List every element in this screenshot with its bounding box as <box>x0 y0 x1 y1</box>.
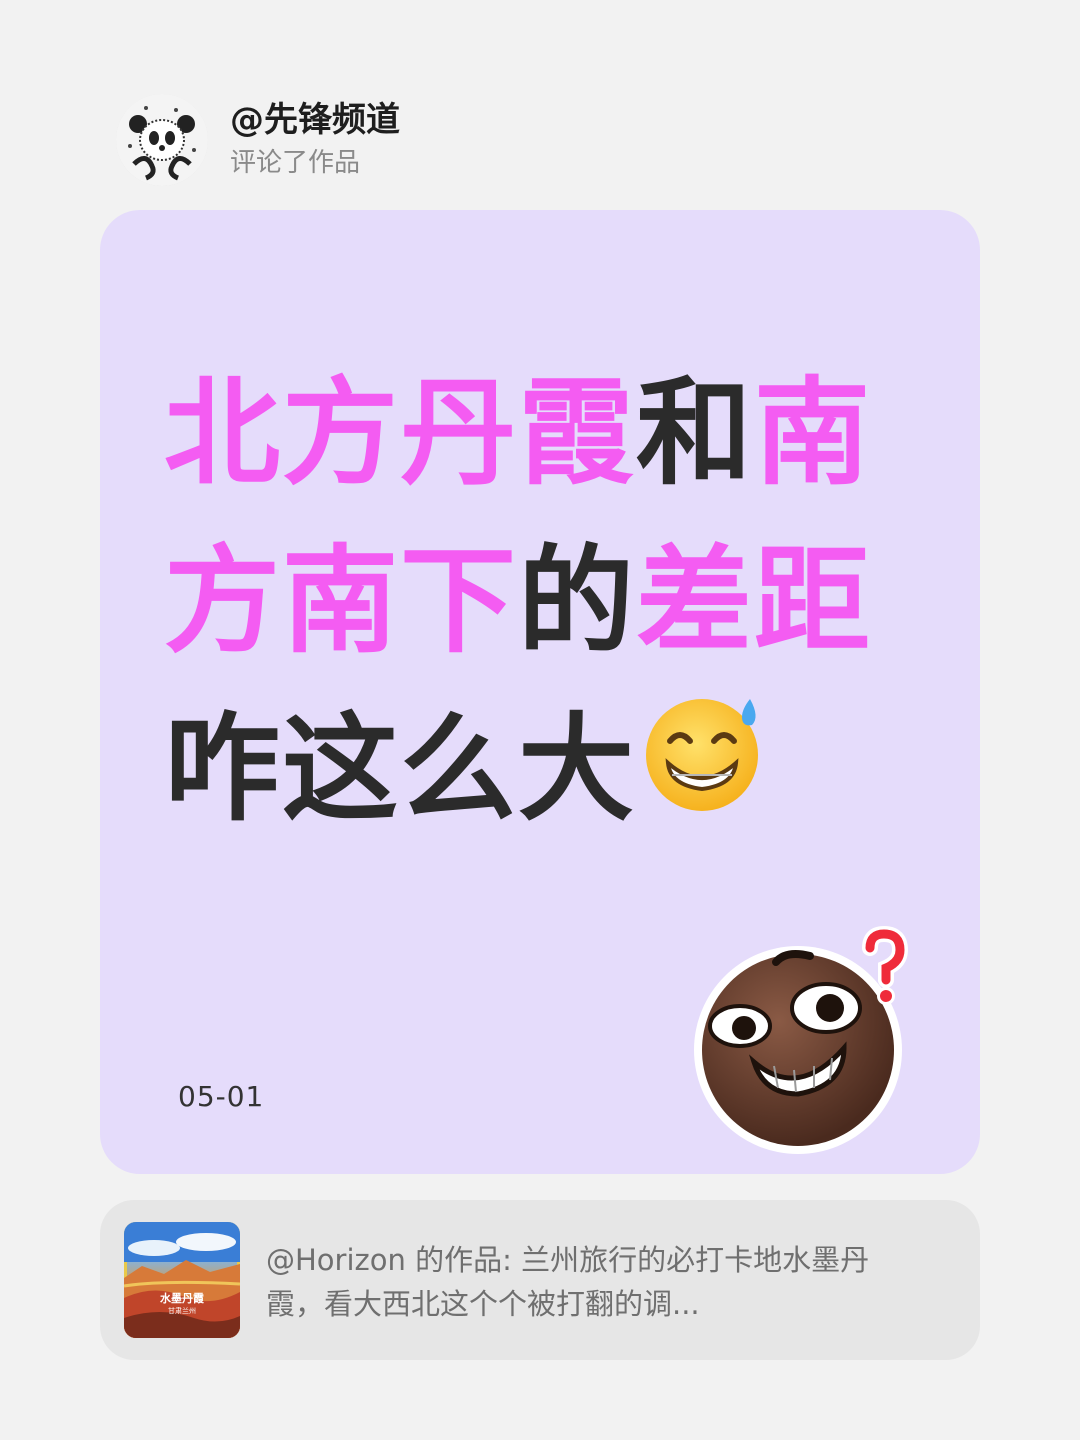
headline-text: 咋这么大 <box>164 702 636 837</box>
panda-avatar-icon <box>116 94 208 186</box>
header-text: @先锋频道 评论了作品 <box>230 98 400 182</box>
headline-text: 方南下 <box>164 534 518 669</box>
referenced-work-card[interactable]: 水墨丹霞 甘肃兰州 @Horizon 的作品: 兰州旅行的必打卡地水墨丹 霞，看… <box>100 1200 980 1360</box>
headline-text: 北方丹霞 <box>164 366 636 501</box>
headline-text: 的 <box>518 534 636 669</box>
comment-header: @先锋频道 评论了作品 <box>116 88 400 192</box>
referenced-work-line: 霞，看大西北这个个被打翻的调... <box>266 1287 700 1321</box>
headline-text: 和 <box>636 366 754 501</box>
thumbnail-title: 水墨丹霞 <box>160 1292 204 1305</box>
referenced-work-line: @Horizon 的作品: 兰州旅行的必打卡地水墨丹 <box>266 1243 870 1277</box>
headline: 北方丹霞和南 方南下的差距 咋这么大 <box>164 350 904 854</box>
comment-date: 05-01 <box>178 1080 265 1113</box>
confused-grin-face-emoji-icon <box>694 926 924 1156</box>
grinning-sweat-emoji-icon <box>642 689 768 815</box>
headline-line-3: 咋这么大 <box>164 686 904 854</box>
thumbnail-subtitle: 甘肃兰州 <box>168 1307 196 1315</box>
danxia-landscape-thumbnail-icon[interactable]: 水墨丹霞 甘肃兰州 <box>124 1222 240 1338</box>
headline-text: 南 <box>754 366 872 501</box>
comment-card: 北方丹霞和南 方南下的差距 咋这么大 05-01 <box>100 210 980 1174</box>
headline-text: 差距 <box>636 534 872 669</box>
avatar[interactable] <box>116 94 208 186</box>
username[interactable]: @先锋频道 <box>230 98 400 142</box>
headline-line-1: 北方丹霞和南 <box>164 350 904 518</box>
headline-line-2: 方南下的差距 <box>164 518 904 686</box>
referenced-work-description[interactable]: @Horizon 的作品: 兰州旅行的必打卡地水墨丹 霞，看大西北这个个被打翻的… <box>266 1238 926 1326</box>
action-text: 评论了作品 <box>230 148 361 178</box>
